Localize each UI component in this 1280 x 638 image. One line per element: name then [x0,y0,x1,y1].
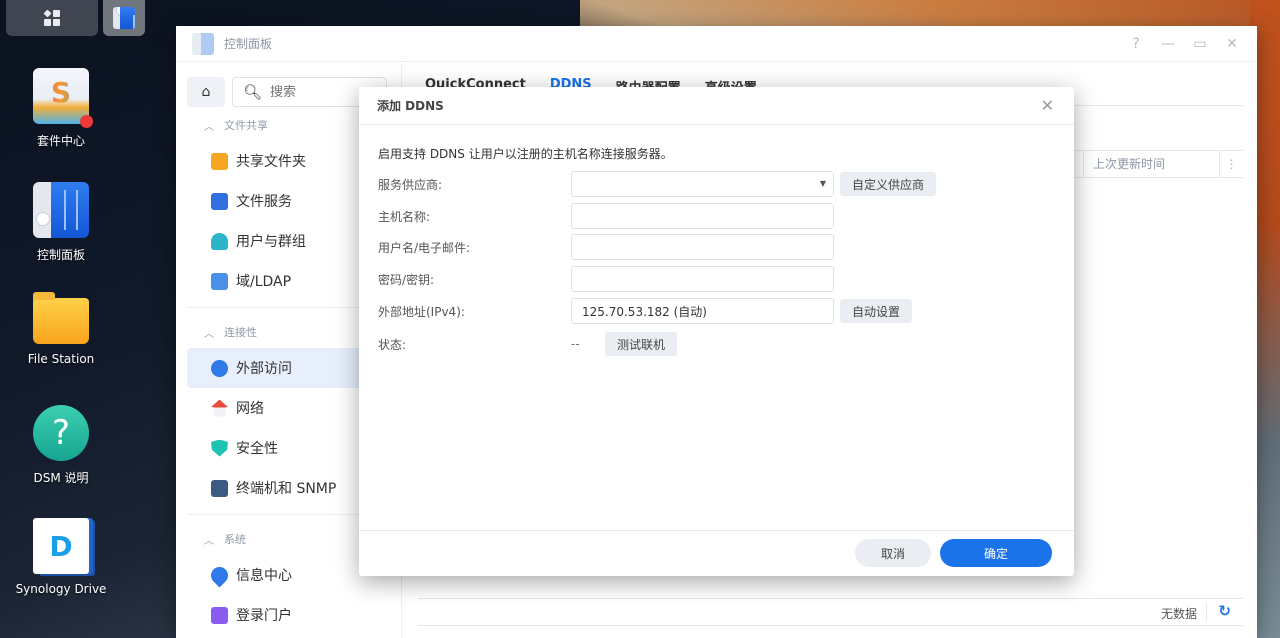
taskbar-control-panel[interactable] [103,0,145,36]
provider-select[interactable]: ▼ [571,171,834,197]
folder-icon [33,292,89,344]
refresh-icon[interactable]: ↻ [1218,602,1231,620]
external-ip-input[interactable] [571,298,834,324]
main-menu-button[interactable] [6,0,98,36]
add-ddns-dialog: 添加 DDNS ✕ 启用支持 DDNS 让用户以注册的主机名称连接服务器。 服务… [359,87,1074,576]
sidebar-item-label: 文件服务 [236,194,292,210]
provider-label: 服务供应商: [378,177,443,192]
file-services-icon [211,192,228,210]
status-value: -- [571,337,580,351]
username-input[interactable] [571,234,834,260]
help-icon[interactable]: ? [1129,36,1143,52]
username-label: 用户名/电子邮件: [378,240,471,255]
sidebar-item-label: 用户与群组 [236,234,306,250]
maximize-icon[interactable]: ▭ [1193,36,1207,52]
form-row-password: 密码/密钥: [378,266,1058,292]
column-header-last-update[interactable]: 上次更新时间 [1083,151,1219,178]
login-portal-icon [211,606,228,624]
custom-provider-button[interactable]: 自定义供应商 [840,172,937,196]
chevron-up-icon: ︿ [204,121,214,133]
home-icon: ⌂ [201,84,211,100]
desktop-icon-synology-drive[interactable]: D Synology Drive [10,518,112,596]
column-menu-icon[interactable]: ⋮ [1219,151,1243,178]
sidebar-item-label: 网络 [236,401,264,417]
divider [1206,603,1207,621]
sidebar-item-label: 信息中心 [236,568,292,584]
package-center-icon: S [33,68,93,128]
sidebar-item-label: 登录门户 [236,608,292,624]
dialog-description: 启用支持 DDNS 让用户以注册的主机名称连接服务器。 [378,147,673,161]
control-panel-icon [192,32,214,55]
sidebar-item-label: 外部访问 [236,361,292,377]
hostname-input[interactable] [571,203,834,229]
cancel-button[interactable]: 取消 [855,539,931,567]
sidebar-item-label: 终端机和 SNMP [236,481,337,497]
window-titlebar[interactable]: 控制面板 ? — ▭ ✕ [176,26,1257,62]
form-row-hostname: 主机名称: [378,203,1058,229]
notification-badge [80,115,93,128]
search-input[interactable] [270,84,371,100]
window-title: 控制面板 [224,37,273,51]
desktop-icon-control-panel[interactable]: 控制面板 [10,182,112,263]
desktop-icon-dsm-help[interactable]: ? DSM 说明 [10,405,112,486]
shield-icon [211,439,228,457]
password-input[interactable] [571,266,834,292]
form-row-provider: 服务供应商: ▼ 自定义供应商 [378,171,1058,197]
sidebar-item-label: 共享文件夹 [236,154,306,170]
chevron-up-icon: ︿ [204,535,214,547]
chevron-up-icon: ︿ [204,328,214,340]
grid-icon [43,9,60,26]
test-connection-button[interactable]: 测试联机 [605,332,678,356]
sidebar-item-label: 域/LDAP [236,274,292,290]
password-label: 密码/密钥: [378,272,435,287]
provider-field[interactable] [571,171,834,197]
auto-set-button[interactable]: 自动设置 [840,299,913,323]
sidebar-item-label: 安全性 [236,441,278,457]
section-title: 文件共享 [224,119,268,132]
control-panel-icon [33,182,89,238]
dialog-footer: 取消 确定 [359,530,1074,576]
network-icon [211,399,228,417]
synology-drive-icon: D [33,518,89,574]
search-icon: 🔍︎ [243,83,263,101]
minimize-icon[interactable]: — [1161,36,1175,52]
home-button[interactable]: ⌂ [187,77,225,107]
external-ip-label: 外部地址(IPv4): [378,304,465,319]
desktop-icon-label: Synology Drive [15,582,107,596]
help-icon: ? [33,405,89,461]
dialog-header: 添加 DDNS [359,87,1074,125]
desktop-icon-label: DSM 说明 [33,471,89,485]
ok-button[interactable]: 确定 [940,539,1052,567]
external-access-icon [211,359,228,377]
form-row-status: 状态: -- 测试联机 [378,331,1058,357]
sidebar-item-login-portal[interactable]: 登录门户 [187,595,401,635]
desktop-icon-file-station[interactable]: File Station [10,292,112,366]
desktop-icon-package-center[interactable]: S 套件中心 [10,68,112,149]
close-icon[interactable]: ✕ [1225,36,1239,52]
form-row-username: 用户名/电子邮件: [378,234,1058,260]
desktop-icon-label: File Station [27,352,95,366]
close-icon[interactable]: ✕ [1041,96,1054,115]
status-label: 状态: [378,337,407,352]
dialog-title: 添加 DDNS [377,99,444,113]
ldap-icon [211,272,228,290]
section-title: 系统 [224,533,246,546]
shared-folder-icon [211,152,228,170]
dropdown-caret-icon: ▼ [819,179,826,188]
desktop-icon-label: 套件中心 [36,134,85,148]
users-icon [211,232,228,250]
hostname-label: 主机名称: [378,209,431,224]
grid-footer: 无数据 ↻ [418,598,1243,626]
desktop-icon-label: 控制面板 [36,248,85,262]
info-icon [207,562,232,588]
empty-text: 无数据 [1160,607,1197,621]
form-row-external-ip: 外部地址(IPv4): 自动设置 [378,298,1058,324]
section-title: 连接性 [224,326,257,339]
control-panel-icon [113,7,135,29]
terminal-icon [211,479,228,497]
